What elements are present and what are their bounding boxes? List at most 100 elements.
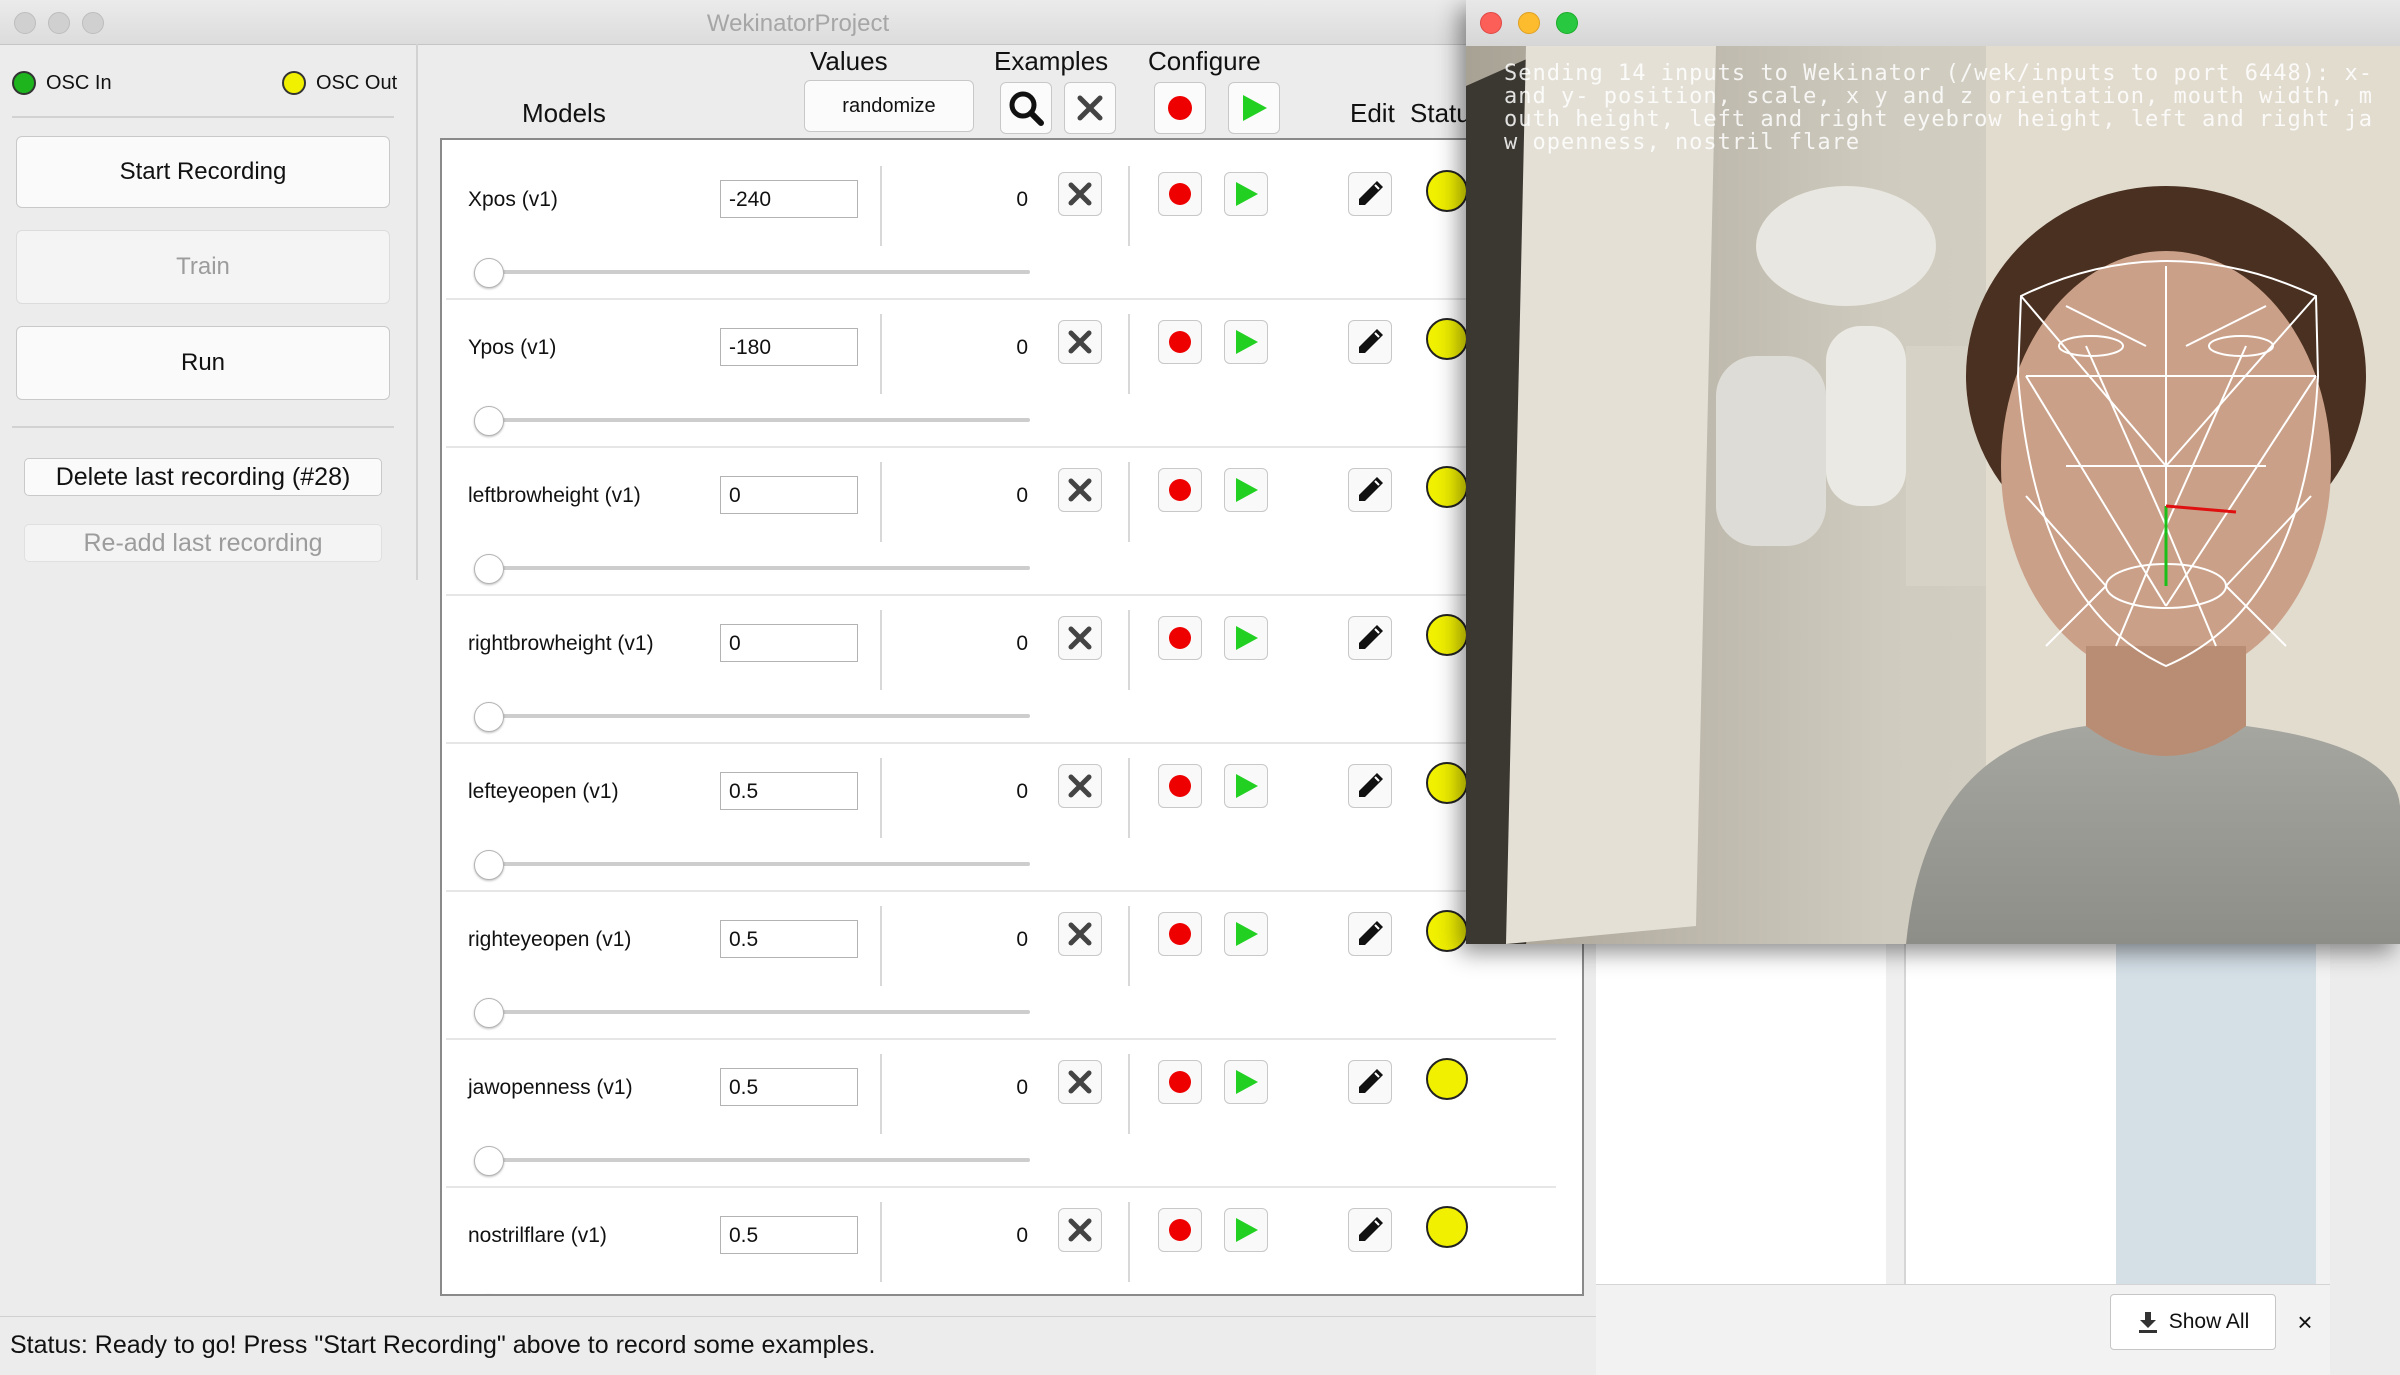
status-bar: Status: Ready to go! Press "Start Record… xyxy=(0,1316,1596,1374)
model-status-indicator xyxy=(1426,762,1468,804)
model-name: nostrilflare (v1) xyxy=(468,1224,607,1247)
model-row: lefteyeopen (v1) 0.5 0 xyxy=(446,742,1556,892)
play-icon xyxy=(1236,1218,1258,1242)
pencil-icon xyxy=(1359,181,1383,205)
randomize-button[interactable]: randomize xyxy=(804,80,974,132)
model-value-slider-handle[interactable] xyxy=(474,850,504,880)
run-model-button[interactable] xyxy=(1224,616,1268,660)
column-separator xyxy=(1128,462,1130,542)
edit-model-button[interactable] xyxy=(1348,912,1392,956)
edit-model-button[interactable] xyxy=(1348,1060,1392,1104)
model-value-slider-handle[interactable] xyxy=(474,998,504,1028)
pencil-icon xyxy=(1359,329,1383,353)
edit-header: Edit xyxy=(1350,98,1395,128)
run-model-button[interactable] xyxy=(1224,172,1268,216)
show-all-button[interactable]: Show All xyxy=(2110,1294,2276,1350)
delete-examples-button[interactable] xyxy=(1058,764,1102,808)
record-model-button[interactable] xyxy=(1158,616,1202,660)
delete-examples-button[interactable] xyxy=(1058,912,1102,956)
model-value-slider-track[interactable] xyxy=(484,270,1030,274)
record-model-button[interactable] xyxy=(1158,468,1202,512)
record-model-button[interactable] xyxy=(1158,320,1202,364)
model-value-field[interactable]: 0 xyxy=(720,476,858,514)
record-model-button[interactable] xyxy=(1158,1060,1202,1104)
model-status-indicator xyxy=(1426,318,1468,360)
model-value-field[interactable]: 0.5 xyxy=(720,1068,858,1106)
model-status-indicator xyxy=(1426,466,1468,508)
model-value-slider-handle[interactable] xyxy=(474,258,504,288)
model-value-field[interactable]: -180 xyxy=(720,328,858,366)
examples-search-button[interactable] xyxy=(1000,82,1052,134)
delete-examples-button[interactable] xyxy=(1058,1060,1102,1104)
play-icon xyxy=(1236,922,1258,946)
pencil-icon xyxy=(1359,773,1383,797)
model-value-field[interactable]: 0 xyxy=(720,624,858,662)
model-name: leftbrowheight (v1) xyxy=(468,484,641,507)
close-x-icon xyxy=(1068,330,1092,354)
osc-in-status-icon xyxy=(12,71,36,95)
model-name: rightbrowheight (v1) xyxy=(468,632,654,655)
window-titlebar: WekinatorProject xyxy=(0,0,1596,45)
zoom-camera-window-button[interactable] xyxy=(1556,12,1578,34)
delete-examples-button[interactable] xyxy=(1058,172,1102,216)
run-all-button[interactable] xyxy=(1228,82,1280,134)
delete-examples-button[interactable] xyxy=(1058,1208,1102,1252)
magnifier-icon xyxy=(1009,91,1044,126)
model-value-slider-track[interactable] xyxy=(484,1158,1030,1162)
close-x-icon xyxy=(1068,182,1092,206)
delete-all-examples-button[interactable] xyxy=(1064,82,1116,134)
pencil-icon xyxy=(1359,1217,1383,1241)
model-value-field[interactable]: 0.5 xyxy=(720,772,858,810)
run-model-button[interactable] xyxy=(1224,468,1268,512)
model-value-slider-track[interactable] xyxy=(484,566,1030,570)
close-camera-window-button[interactable] xyxy=(1480,12,1502,34)
model-value-slider-handle[interactable] xyxy=(474,1294,504,1296)
model-value-slider-track[interactable] xyxy=(484,714,1030,718)
run-model-button[interactable] xyxy=(1224,1060,1268,1104)
model-value-slider-handle[interactable] xyxy=(474,1146,504,1176)
delete-examples-button[interactable] xyxy=(1058,616,1102,660)
train-button[interactable]: Train xyxy=(16,230,390,304)
model-value-slider-track[interactable] xyxy=(484,1010,1030,1014)
model-value-field[interactable]: 0.5 xyxy=(720,920,858,958)
record-all-button[interactable] xyxy=(1154,82,1206,134)
model-value-slider-handle[interactable] xyxy=(474,554,504,584)
model-row: rightbrowheight (v1) 0 0 xyxy=(446,594,1556,744)
show-all-label: Show All xyxy=(2168,1310,2250,1333)
edit-model-button[interactable] xyxy=(1348,468,1392,512)
edit-model-button[interactable] xyxy=(1348,764,1392,808)
osc-out-status-icon xyxy=(282,71,306,95)
close-x-icon xyxy=(1068,774,1092,798)
record-model-button[interactable] xyxy=(1158,1208,1202,1252)
model-value-field[interactable]: 0.5 xyxy=(720,1216,858,1254)
readd-last-recording-button[interactable]: Re-add last recording xyxy=(24,524,382,562)
minimize-camera-window-button[interactable] xyxy=(1518,12,1540,34)
record-model-button[interactable] xyxy=(1158,912,1202,956)
delete-last-recording-button[interactable]: Delete last recording (#28) xyxy=(24,458,382,496)
run-model-button[interactable] xyxy=(1224,912,1268,956)
edit-model-button[interactable] xyxy=(1348,1208,1392,1252)
start-recording-button[interactable]: Start Recording xyxy=(16,136,390,208)
run-button[interactable]: Run xyxy=(16,326,390,400)
model-value-slider-handle[interactable] xyxy=(474,406,504,436)
column-separator xyxy=(1128,166,1130,246)
edit-model-button[interactable] xyxy=(1348,320,1392,364)
record-icon xyxy=(1169,1071,1191,1093)
delete-examples-button[interactable] xyxy=(1058,320,1102,364)
record-model-button[interactable] xyxy=(1158,764,1202,808)
model-value-slider-handle[interactable] xyxy=(474,702,504,732)
close-download-bar-button[interactable]: × xyxy=(2290,1302,2320,1342)
run-model-button[interactable] xyxy=(1224,764,1268,808)
model-value-slider-track[interactable] xyxy=(484,862,1030,866)
model-value-slider-track[interactable] xyxy=(484,418,1030,422)
model-name: lefteyeopen (v1) xyxy=(468,780,619,803)
model-value-field[interactable]: -240 xyxy=(720,180,858,218)
delete-examples-button[interactable] xyxy=(1058,468,1102,512)
model-status-indicator xyxy=(1426,1206,1468,1248)
column-separator xyxy=(880,906,882,986)
edit-model-button[interactable] xyxy=(1348,616,1392,660)
run-model-button[interactable] xyxy=(1224,320,1268,364)
record-model-button[interactable] xyxy=(1158,172,1202,216)
run-model-button[interactable] xyxy=(1224,1208,1268,1252)
edit-model-button[interactable] xyxy=(1348,172,1392,216)
